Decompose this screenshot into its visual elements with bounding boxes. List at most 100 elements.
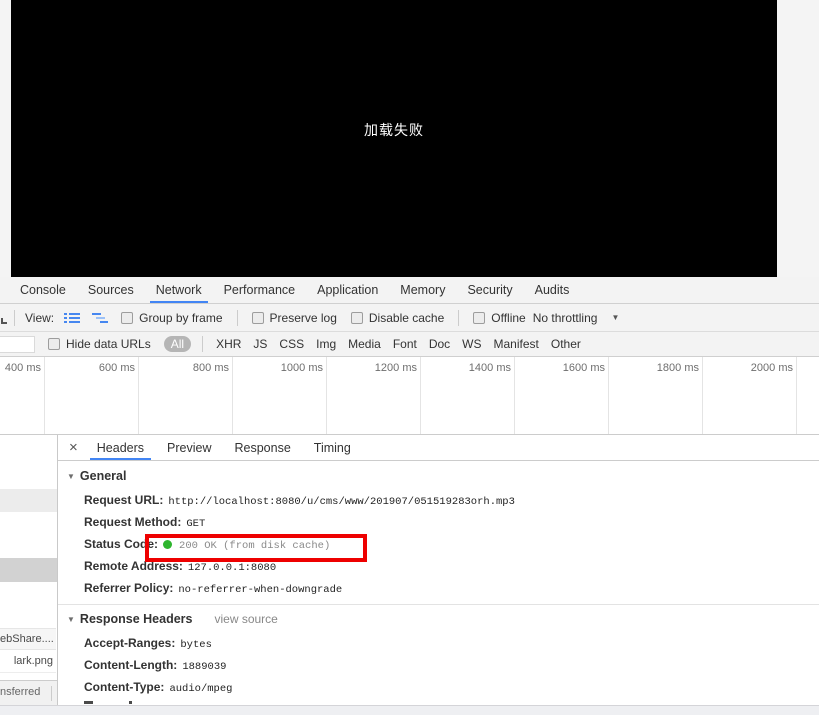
filter-type-css[interactable]: CSS	[279, 337, 304, 351]
summary-text: nsferred	[0, 686, 41, 698]
tab-sources[interactable]: Sources	[77, 277, 145, 303]
separator	[236, 309, 238, 326]
header-label: Request Method:	[84, 515, 182, 529]
general-section-header[interactable]: ▼ General	[67, 469, 126, 483]
timeline-tick: 600 ms	[98, 362, 135, 374]
header-label: Remote Address:	[84, 559, 183, 573]
filter-input[interactable]	[0, 335, 35, 353]
header-label: Accept-Ranges:	[84, 636, 176, 650]
header-row-content-length: Content-Length: 1889039	[84, 658, 226, 674]
preserve-log-label: Preserve log	[269, 310, 337, 325]
video-surface[interactable]: 加载失败	[11, 0, 777, 277]
group-by-frame-option[interactable]: Group by frame	[121, 311, 223, 325]
header-value: audio/mpeg	[169, 683, 233, 695]
request-row-selected[interactable]	[0, 558, 57, 582]
screen: 加载失败 Console Sources Network Performance…	[0, 0, 819, 715]
timeline-gridline	[420, 357, 421, 434]
separator	[202, 336, 204, 352]
header-row-status-code: Status Code: 200 OK (from disk cache)	[84, 537, 330, 553]
filter-type-js[interactable]: JS	[253, 337, 267, 351]
timeline-tick: 1000 ms	[280, 362, 323, 374]
filter-type-other[interactable]: Other	[551, 337, 581, 351]
header-row-request-method: Request Method: GET	[84, 515, 205, 531]
tab-audits[interactable]: Audits	[524, 277, 581, 303]
network-summary-bar: nsferred	[0, 680, 57, 705]
hide-data-urls-option[interactable]: Hide data URLs	[48, 337, 151, 351]
tab-console[interactable]: Console	[9, 277, 77, 303]
header-row-request-url: Request URL: http://localhost:8080/u/cms/…	[84, 493, 515, 509]
chevron-down-icon[interactable]: ▼	[611, 313, 619, 322]
header-value: 127.0.0.1:8080	[187, 562, 277, 574]
header-label: Request URL:	[84, 493, 164, 507]
timeline-gridline	[796, 357, 797, 434]
group-by-frame-checkbox[interactable]	[121, 311, 134, 324]
filter-type-ws[interactable]: WS	[462, 337, 481, 351]
throttling-select[interactable]: No throttling	[533, 311, 598, 325]
timeline-tick: 1800 ms	[656, 362, 699, 374]
list-view-icon[interactable]	[64, 312, 81, 324]
divider	[51, 686, 52, 701]
timeline-tick: 1600 ms	[562, 362, 605, 374]
hide-data-urls-label: Hide data URLs	[66, 337, 151, 351]
separator	[14, 309, 15, 326]
request-row[interactable]: lark.png	[0, 651, 56, 673]
separator	[458, 309, 460, 326]
filter-all-pill[interactable]: All	[163, 336, 192, 352]
network-toolbar: View: Group by frame Preserve log Disabl…	[0, 304, 819, 332]
header-value: 1889039	[182, 661, 227, 673]
header-label: Content-Length:	[84, 658, 178, 672]
header-value: GET	[186, 518, 206, 530]
tab-application[interactable]: Application	[306, 277, 389, 303]
header-row-accept-ranges: Accept-Ranges: bytes	[84, 636, 212, 652]
tab-timing[interactable]: Timing	[305, 435, 360, 460]
video-player-region: 加载失败	[0, 0, 819, 277]
request-row[interactable]	[0, 489, 57, 512]
offline-option[interactable]: Offline	[473, 310, 526, 325]
timeline-gridline	[44, 357, 45, 434]
tab-headers[interactable]: Headers	[88, 435, 153, 460]
tab-security[interactable]: Security	[456, 277, 523, 303]
disable-cache-option[interactable]: Disable cache	[350, 311, 444, 325]
response-headers-section-header[interactable]: ▼ Response Headers view source	[67, 612, 278, 626]
response-headers-section-title: Response Headers	[79, 612, 193, 626]
devtools-tabbar: Console Sources Network Performance Appl…	[0, 277, 819, 304]
header-row-content-type: Content-Type: audio/mpeg	[84, 680, 232, 696]
filter-type-doc[interactable]: Doc	[429, 337, 450, 351]
filter-type-manifest[interactable]: Manifest	[494, 337, 539, 351]
divider	[58, 604, 819, 605]
view-source-link[interactable]: view source	[214, 612, 277, 626]
tab-memory[interactable]: Memory	[389, 277, 456, 303]
hide-data-urls-checkbox[interactable]	[48, 338, 60, 350]
header-label: Content-Type:	[84, 680, 165, 694]
tab-preview[interactable]: Preview	[158, 435, 220, 460]
waterfall-view-icon[interactable]	[92, 312, 109, 324]
tab-response[interactable]: Response	[225, 435, 299, 460]
bottom-strip	[0, 705, 819, 715]
timeline-tick: 1400 ms	[468, 362, 511, 374]
video-error-text: 加载失败	[364, 122, 424, 138]
clipped-row-fragment	[84, 701, 93, 704]
network-filter-bar: Hide data URLs All XHR JS CSS Img Media …	[0, 332, 819, 357]
filter-type-xhr[interactable]: XHR	[216, 337, 241, 351]
timeline-tick: 800 ms	[192, 362, 229, 374]
timeline-gridline	[702, 357, 703, 434]
offline-label: Offline	[491, 310, 526, 325]
disable-cache-checkbox[interactable]	[350, 311, 363, 324]
timeline-gridline	[514, 357, 515, 434]
offline-checkbox[interactable]	[473, 311, 486, 324]
clipped-row-fragment	[129, 701, 132, 704]
preserve-log-option[interactable]: Preserve log	[251, 310, 337, 325]
request-row[interactable]: ebShare....	[0, 628, 56, 650]
timeline-gridline	[232, 357, 233, 434]
header-label: Referrer Policy:	[84, 581, 174, 595]
preserve-log-checkbox[interactable]	[251, 311, 264, 324]
disclosure-triangle-icon: ▼	[67, 614, 75, 624]
waterfall-timeline: 400 ms 600 ms 800 ms 1000 ms 1200 ms 140…	[0, 357, 819, 434]
filter-type-media[interactable]: Media	[348, 337, 381, 351]
tab-performance[interactable]: Performance	[213, 277, 307, 303]
filter-type-img[interactable]: Img	[316, 337, 336, 351]
header-value: 200 OK (from disk cache)	[179, 540, 331, 552]
close-icon[interactable]: ×	[69, 440, 78, 455]
tab-network[interactable]: Network	[145, 277, 213, 303]
filter-type-font[interactable]: Font	[393, 337, 417, 351]
